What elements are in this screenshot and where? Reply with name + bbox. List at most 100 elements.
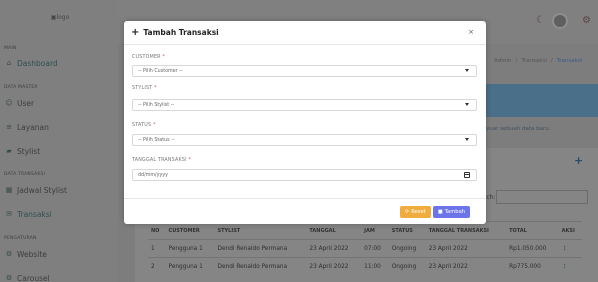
customer-label-text: CUSTOMER — [132, 55, 161, 60]
table-row: 2 Pengguna 1 Dendi Renaldo Permana 23 Ap… — [148, 257, 582, 276]
sidebar-section-data-transaksi: DATA TRANSAKSI — [4, 172, 46, 177]
sidebar-section-main: MAIN — [4, 46, 17, 51]
row-actions-icon[interactable]: ⋮ — [558, 239, 582, 258]
table-header[interactable]: TOTAL — [506, 221, 559, 240]
table-row: 1 Pengguna 1 Dendi Renaldo Permana 23 Ap… — [148, 239, 582, 258]
tanggal-transaksi-input[interactable]: dd/mm/yyyy — [132, 169, 477, 181]
refresh-icon: ⟳ — [405, 209, 410, 215]
table-cell: Pengguna 1 — [165, 239, 215, 258]
stylist-select-value: -- Pilih Stylist -- — [138, 102, 175, 108]
row-actions-icon[interactable]: ⋮ — [558, 257, 582, 276]
stylist-select[interactable]: -- Pilih Stylist -- — [132, 99, 477, 111]
breadcrumb-separator: / — [515, 58, 518, 64]
table-header[interactable]: STATUS — [388, 221, 426, 240]
stylist-label: STYLIST * — [132, 86, 157, 91]
table-cell: Dendi Renaldo Permana — [214, 239, 307, 258]
stylist-label-text: STYLIST — [132, 86, 153, 91]
table-cell: 23 April 2022 — [306, 239, 362, 258]
sidebar-section-pengaturan: PENGATURAN — [4, 236, 37, 241]
breadcrumb-separator: / — [550, 58, 553, 64]
sidebar-item-layanan[interactable]: ≡ Layanan — [4, 119, 114, 135]
car-icon: ▰ — [6, 147, 12, 155]
table-header[interactable]: CUSTOMER — [165, 221, 215, 240]
table-header[interactable]: TANGGAL — [306, 221, 362, 240]
customer-label: CUSTOMER * — [132, 55, 165, 60]
add-transaksi-plus-icon[interactable]: + — [574, 154, 583, 167]
table-cell: Ongoing — [388, 257, 426, 276]
info-text: vuar sebuah data baru. — [486, 126, 551, 132]
logo: ▣ logo — [10, 5, 110, 29]
breadcrumb-item: Transaksi — [556, 58, 583, 64]
date-placeholder: dd/mm/yyyy — [138, 172, 169, 178]
calendar-icon[interactable] — [464, 172, 470, 178]
table-cell: Ongoing — [388, 239, 426, 258]
sidebar-item-label: Dashboard — [17, 58, 58, 68]
gears-icon: ⚙ — [5, 274, 13, 282]
logo-text: logo — [56, 13, 70, 21]
info-banner — [484, 84, 598, 117]
sidebar-item-carousel[interactable]: ⚙ Carousel — [4, 270, 114, 282]
status-label: STATUS * — [132, 123, 156, 128]
sidebar-item-jadwal-stylist[interactable]: ▦ Jadwal Stylist — [4, 182, 114, 198]
sidebar-item-website[interactable]: ⚙ Website — [4, 246, 114, 262]
table-header[interactable]: NO — [148, 221, 166, 240]
tanggal-transaksi-label-text: TANGGAL TRANSAKSI — [132, 158, 187, 163]
sidebar-item-label: Layanan — [17, 122, 49, 132]
transaksi-table: NO CUSTOMER STYLIST TANGGAL JAM STATUS T… — [148, 221, 582, 276]
table-cell: Rp775.000 — [506, 257, 559, 276]
sidebar-item-label: Transaksi — [17, 209, 52, 219]
sidebar-item-transaksi[interactable]: ✉ Transaksi — [4, 206, 114, 222]
customer-select-value: -- Pilih Customer -- — [138, 68, 183, 74]
chevron-down-icon — [465, 69, 469, 72]
required-mark: * — [154, 86, 157, 91]
table-cell: 1 — [148, 239, 166, 258]
tambah-transaksi-modal: + Tambah Transaksi × CUSTOMER * -- Pilih… — [124, 21, 486, 224]
table-cell: 2 — [148, 257, 166, 276]
breadcrumb-item[interactable]: Transaksi — [521, 58, 546, 64]
sidebar-item-label: Carousel — [17, 273, 50, 282]
customer-select[interactable]: -- Pilih Customer -- — [132, 65, 477, 77]
table-cell: 23 April 2022 — [425, 239, 507, 258]
avatar[interactable] — [552, 13, 568, 29]
users-icon: ☺ — [5, 99, 13, 107]
required-mark: * — [188, 158, 192, 163]
table-header[interactable]: TANGGAL TRANSAKSI — [425, 221, 507, 240]
table-cell: Dendi Renaldo Permana — [214, 257, 307, 276]
table-header-row: NO CUSTOMER STYLIST TANGGAL JAM STATUS T… — [148, 221, 582, 240]
required-mark: * — [162, 55, 166, 60]
required-mark: * — [152, 123, 156, 128]
table-cell: 11:00 — [361, 257, 389, 276]
calendar-icon: ▦ — [5, 186, 13, 194]
table-header: AKSI — [558, 221, 582, 240]
sidebar-item-label: Jadwal Stylist — [17, 185, 67, 195]
gear-icon[interactable]: ⚙ — [582, 15, 591, 26]
table-cell: Pengguna 1 — [165, 257, 215, 276]
plus-icon: + — [131, 26, 140, 38]
reset-button-label: Reset — [411, 209, 426, 215]
chevron-down-icon — [465, 138, 469, 141]
close-icon[interactable]: × — [468, 28, 474, 36]
sidebar-item-dashboard[interactable]: ⌂ Dashboard — [4, 55, 114, 71]
tambah-button[interactable]: ■ Tambah — [433, 206, 471, 218]
status-label-text: STATUS — [132, 123, 152, 128]
breadcrumb-item[interactable]: Admin — [494, 58, 512, 64]
list-icon: ≡ — [6, 123, 12, 131]
save-icon: ■ — [438, 209, 443, 215]
table-cell: 23 April 2022 — [306, 257, 362, 276]
moon-icon[interactable]: ☾ — [536, 15, 545, 26]
modal-title: Tambah Transaksi — [143, 28, 219, 37]
breadcrumb: Admin / Transaksi / Transaksi — [494, 58, 582, 64]
table-header[interactable]: STYLIST — [214, 221, 307, 240]
status-select[interactable]: -- Pilih Status -- — [132, 134, 477, 146]
sidebar-item-label: Website — [17, 249, 47, 259]
tambah-button-label: Tambah — [444, 209, 466, 215]
sidebar-item-stylist[interactable]: ▰ Stylist — [4, 143, 114, 159]
chevron-down-icon — [465, 103, 469, 106]
table-header[interactable]: JAM — [361, 221, 389, 240]
reset-button[interactable]: ⟳ Reset — [400, 206, 431, 218]
modal-header: + Tambah Transaksi — [124, 21, 486, 45]
sidebar-item-user[interactable]: ☺ User — [4, 95, 114, 111]
sidebar-item-label: Stylist — [17, 146, 41, 156]
sidebar: ▣ logo MAIN ⌂ Dashboard DATA MASTER ☺ User … — [0, 0, 118, 282]
search-input[interactable] — [496, 190, 588, 204]
